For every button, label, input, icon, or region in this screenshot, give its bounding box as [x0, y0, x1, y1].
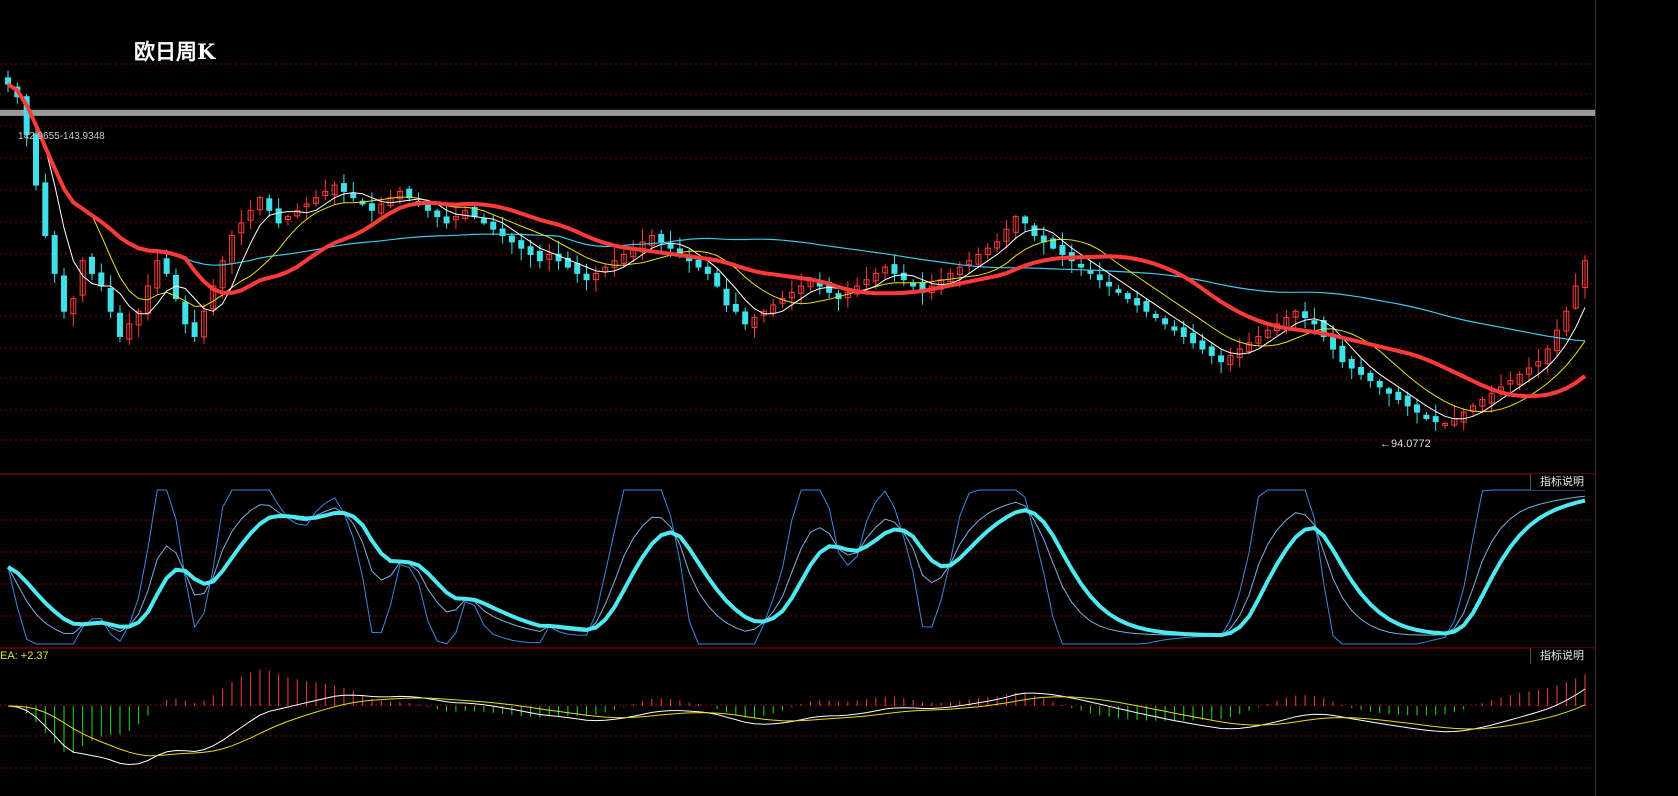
candle-down: [1115, 289, 1122, 293]
candle-down: [1376, 381, 1383, 388]
candle-down: [275, 208, 282, 224]
candle-down: [732, 304, 739, 312]
candle-down: [42, 182, 49, 237]
macd-help-button[interactable]: 指标说明: [1530, 648, 1593, 664]
candle-down: [1358, 366, 1365, 375]
candle-down: [518, 240, 525, 249]
candle-down: [60, 275, 67, 312]
candle-down: [1208, 346, 1215, 356]
candle-down: [583, 273, 590, 281]
candle-down: [88, 256, 95, 274]
candle-down: [1022, 216, 1029, 224]
candle-down: [1143, 301, 1150, 312]
candle-down: [1404, 395, 1411, 407]
candle-down: [1190, 333, 1197, 344]
kdj-k-line: [7, 495, 1586, 636]
kdj-help-button[interactable]: 指标说明: [1530, 474, 1593, 490]
candle-down: [891, 264, 898, 274]
candle-down: [1348, 358, 1355, 369]
macd-dea-line: [7, 696, 1586, 757]
candle-down: [1059, 245, 1066, 255]
candle-down: [1302, 311, 1309, 319]
candle-down: [191, 322, 198, 337]
candle-down: [667, 242, 674, 249]
candle-down: [182, 301, 189, 325]
candle-down: [742, 311, 749, 325]
candle-down: [406, 188, 413, 199]
candle-down: [695, 259, 702, 268]
candle-down: [1218, 355, 1225, 363]
candle-down: [116, 312, 123, 337]
candle-down: [490, 221, 497, 230]
candle-down: [480, 218, 487, 224]
chart-window: 欧日周K 142.9655-143.9348 ←94.0772 指标说明 指标说…: [0, 0, 1678, 796]
candle-down: [1311, 320, 1318, 325]
candle-down: [1096, 274, 1103, 281]
candle-down: [1171, 326, 1178, 331]
candle-down: [443, 216, 450, 224]
candle-down: [1087, 269, 1094, 274]
candle-down: [714, 272, 721, 287]
candle-down: [658, 233, 665, 243]
candle-down: [368, 203, 375, 211]
candle-down: [508, 235, 515, 243]
macd-dif-line: [7, 688, 1586, 766]
candle-down: [51, 235, 58, 274]
candle-down: [1152, 313, 1159, 319]
low-price-label: ←94.0772: [1380, 438, 1431, 450]
chart-title: 欧日周K: [134, 39, 216, 64]
candle-down: [527, 246, 534, 255]
candle-down: [1134, 298, 1141, 306]
candle-down: [1367, 372, 1374, 382]
ma20-line: [6, 82, 1587, 399]
candle-down: [1339, 345, 1346, 363]
candle-down: [1386, 388, 1393, 394]
weekly-candlestick-chart: [0, 0, 1596, 796]
candle-down: [434, 210, 441, 218]
candle-down: [163, 258, 170, 274]
candle-down: [1395, 391, 1402, 401]
candle-down: [1414, 404, 1421, 413]
candle-down: [1423, 414, 1430, 419]
candle-down: [574, 262, 581, 274]
price-level-band: [0, 109, 1595, 116]
candle-down: [107, 287, 114, 312]
candle-down: [1106, 281, 1113, 287]
price-level-label: 142.9655-143.9348: [18, 131, 105, 142]
macd-value-label: EA: +2.37: [0, 650, 49, 662]
ma10-line: [7, 83, 1586, 413]
candle-down: [424, 204, 431, 211]
kdj-d-line: [6, 498, 1586, 638]
candle-down: [1330, 336, 1337, 350]
candle-down: [1162, 318, 1169, 325]
candle-down: [340, 183, 347, 192]
ma5-line: [7, 83, 1586, 420]
candle-down: [1031, 225, 1038, 237]
candle-down: [1124, 293, 1131, 300]
candle-down: [1199, 340, 1206, 350]
candle-down: [350, 192, 357, 199]
kdj-j-line: [7, 489, 1585, 645]
candle-down: [1180, 327, 1187, 337]
candle-down: [1078, 263, 1085, 268]
candle-down: [536, 251, 543, 262]
candle-down: [723, 288, 730, 306]
candle-down: [704, 266, 711, 274]
candle-down: [98, 272, 105, 287]
candle-down: [266, 198, 273, 211]
candle-down: [1432, 416, 1439, 423]
